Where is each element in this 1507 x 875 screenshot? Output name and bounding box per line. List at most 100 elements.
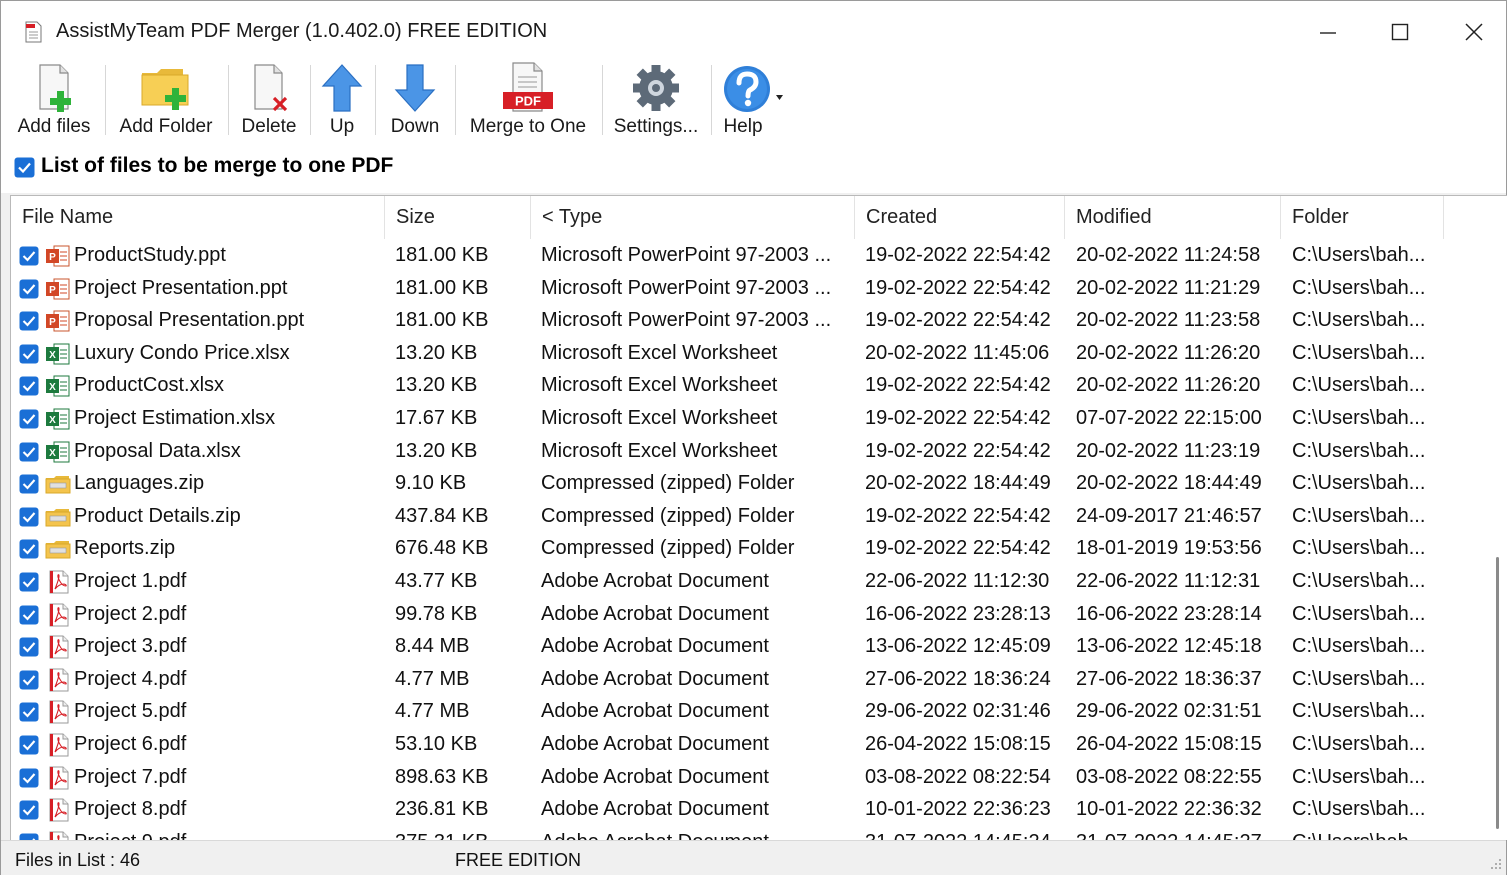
cell-folder: C:\Users\bah... [1292,569,1426,592]
maximize-button[interactable] [1378,13,1422,51]
svg-text:P: P [49,285,56,296]
settings-button[interactable]: Settings... [611,59,701,143]
column-header-created[interactable]: Created [855,196,1065,239]
cell-size: 53.10 KB [395,732,478,755]
table-row[interactable]: X Project Estimation.xlsx 17.67 KB Microsof… [11,402,1489,435]
cell-folder: C:\Users\bah... [1292,406,1426,429]
table-row[interactable]: Project 4.pdf 4.77 MB Adobe Acrobat Docume… [11,663,1489,696]
cell-folder: C:\Users\bah... [1292,341,1426,364]
add-folder-button[interactable]: Add Folder [114,59,218,143]
resize-grip-icon[interactable] [1490,857,1502,869]
table-row[interactable]: Project 2.pdf 99.78 KB Adobe Acrobat Docum… [11,598,1489,631]
toolbar-separator [711,65,712,135]
zip-icon [45,505,71,534]
cell-created: 10-01-2022 22:36:23 [865,798,1051,821]
xlsx-icon: X [45,342,71,371]
up-button[interactable]: Up [317,59,367,143]
row-checkbox[interactable] [19,605,39,630]
cell-type: Adobe Acrobat Document [541,602,769,625]
column-header-folder[interactable]: Folder [1281,196,1444,239]
row-checkbox[interactable] [19,376,39,401]
cell-modified: 20-02-2022 11:23:58 [1076,309,1261,332]
table-row[interactable]: Languages.zip 9.10 KB Compressed (zipped) … [11,467,1489,500]
row-checkbox[interactable] [19,442,39,467]
row-checkbox[interactable] [19,637,39,662]
cell-modified: 26-04-2022 15:08:15 [1076,732,1262,755]
add-file-icon [39,64,71,112]
vertical-scrollbar[interactable] [1490,239,1506,839]
table-row[interactable]: Reports.zip 676.48 KB Compressed (zipped) … [11,532,1489,565]
add-files-button[interactable]: Add files [13,59,95,143]
row-checkbox[interactable] [19,344,39,369]
cell-folder: C:\Users\bah... [1292,276,1426,299]
cell-created: 31-07-2022 14:45:24 [865,826,1071,840]
cell-file-name: Proposal Data.xlsx [74,439,241,462]
row-checkbox[interactable] [19,409,39,434]
cell-type: Adobe Acrobat Document [541,765,769,788]
scrollbar-thumb[interactable] [1496,557,1499,829]
xlsx-icon: X [45,440,71,469]
cell-size: 4.77 MB [395,667,470,690]
row-checkbox[interactable] [19,833,39,840]
ppt-icon: P [45,244,71,273]
table-row[interactable]: Project 8.pdf 236.81 KB Adobe Acrobat Docu… [11,793,1489,826]
cell-modified: 20-02-2022 18:44:49 [1076,472,1262,495]
table-row[interactable]: Project 5.pdf 4.77 MB Adobe Acrobat Docume… [11,695,1489,728]
row-checkbox[interactable] [19,572,39,597]
cell-size: 13.20 KB [395,341,478,364]
table-row[interactable]: P ProductStudy.ppt 181.00 KB Microsoft Powe… [11,239,1489,272]
cell-size: 181.00 KB [395,276,489,299]
cell-modified: 24-09-2017 21:46:57 [1076,504,1262,527]
table-row[interactable]: X Luxury Condo Price.xlsx 13.20 KB Microsof… [11,337,1489,370]
delete-button[interactable]: Delete [236,59,302,143]
cell-type: Microsoft Excel Worksheet [541,439,778,462]
svg-text:X: X [49,448,56,459]
table-row[interactable]: Project 6.pdf 53.10 KB Adobe Acrobat Docum… [11,728,1489,761]
table-row[interactable]: P Proposal Presentation.ppt 181.00 KB Micro… [11,304,1489,337]
table-row[interactable]: X ProductCost.xlsx 13.20 KB Microsoft Excel… [11,369,1489,402]
cell-created: 20-02-2022 11:45:06 [865,341,1050,364]
row-checkbox[interactable] [19,246,39,271]
cell-modified: 16-06-2022 23:28:14 [1076,602,1262,625]
cell-size: 9.10 KB [395,472,467,495]
toolbar: Add files Add Folder Delete Up Down PDF … [1,59,1506,143]
cell-size: 236.81 KB [395,798,489,821]
cell-modified: 10-01-2022 22:36:32 [1076,798,1262,821]
table-row[interactable]: Project 9.pdf 375.31 KB Adobe Acrobat Docu… [11,826,1489,840]
column-header-file-name[interactable]: File Name [11,196,385,239]
close-button[interactable] [1452,13,1496,51]
row-checkbox[interactable] [19,474,39,499]
table-row[interactable]: Project 1.pdf 43.77 KB Adobe Acrobat Docum… [11,565,1489,598]
row-checkbox[interactable] [19,670,39,695]
merge-to-one-button[interactable]: PDF Merge to One [465,59,591,143]
column-header-modified[interactable]: Modified [1065,196,1281,239]
select-all-checkbox[interactable] [14,157,35,178]
table-row[interactable]: X Proposal Data.xlsx 13.20 KB Microsoft Exc… [11,435,1489,468]
minimize-button[interactable] [1306,13,1350,51]
row-checkbox[interactable] [19,800,39,825]
cell-file-name: ProductCost.xlsx [74,374,225,397]
row-checkbox[interactable] [19,539,39,564]
cell-size: 13.20 KB [395,374,478,397]
column-header-size[interactable]: Size [385,196,531,239]
table-row[interactable]: Product Details.zip 437.84 KB Compressed (… [11,500,1489,533]
row-checkbox[interactable] [19,507,39,532]
row-checkbox[interactable] [19,702,39,727]
cell-type: Microsoft Excel Worksheet [541,341,778,364]
column-header-type[interactable]: < Type [531,196,855,239]
row-checkbox[interactable] [19,768,39,793]
table-row[interactable]: Project 3.pdf 8.44 MB Adobe Acrobat Docume… [11,630,1489,663]
cell-modified: 20-02-2022 11:21:29 [1076,276,1261,299]
pdf-badge-text: PDF [515,94,541,109]
cell-folder: C:\Users\bah... [1292,826,1452,840]
cell-type: Adobe Acrobat Document [541,569,769,592]
table-row[interactable]: P Project Presentation.ppt 181.00 KB Micros… [11,272,1489,305]
app-icon [25,21,42,43]
row-checkbox[interactable] [19,279,39,304]
table-row[interactable]: Project 7.pdf 898.63 KB Adobe Acrobat Docu… [11,761,1489,794]
row-checkbox[interactable] [19,735,39,760]
row-checkbox[interactable] [19,311,39,336]
help-button[interactable]: Help [717,59,789,143]
cell-folder: C:\Users\bah... [1292,798,1426,821]
down-button[interactable]: Down [384,59,446,143]
